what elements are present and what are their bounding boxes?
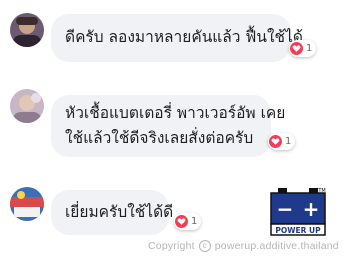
- comment-text-line-2: ใช้แล้วใช้ดีจริงเลยสั่งต่อครับ: [65, 129, 254, 147]
- commenter-avatar[interactable]: [10, 89, 44, 123]
- logo-tm: TM: [317, 188, 325, 194]
- copyright-watermark: Copyright c powerup.additive.thailand: [148, 240, 339, 252]
- heart-icon: [290, 42, 303, 55]
- reaction-badge[interactable]: 1: [289, 40, 317, 57]
- heart-icon: [175, 215, 188, 228]
- heart-icon: [269, 135, 282, 148]
- comment-bubble: ดีครับ ลองมาหลายคันแล้ว ฟื้นใช้ได้: [51, 14, 303, 62]
- reaction-count: 1: [306, 43, 313, 54]
- reaction-badge[interactable]: 1: [268, 133, 296, 150]
- copyright-label: Copyright: [148, 240, 195, 252]
- copyright-source: powerup.additive.thailand: [214, 240, 339, 252]
- comment-bubble: หัวเชื้อแบตเตอรี่ พาวเวอร์อัพ เคย ใช้แล้…: [51, 95, 286, 157]
- comment-text-line-1: หัวเชื้อแบตเตอรี่ พาวเวอร์อัพ เคย: [65, 104, 286, 122]
- commenter-avatar[interactable]: [10, 187, 44, 221]
- reaction-count: 1: [285, 136, 292, 147]
- logo-plus: +: [303, 197, 320, 221]
- comment-bubble: เยี่ยมครับใช้ได้ดี: [51, 190, 173, 235]
- comment-text: ดีครับ ลองมาหลายคันแล้ว ฟื้นใช้ได้: [65, 28, 303, 46]
- comment-text: เยี่ยมครับใช้ได้ดี: [65, 203, 174, 221]
- copyright-icon: c: [198, 240, 211, 252]
- reaction-badge[interactable]: 1: [174, 213, 202, 230]
- power-up-logo: − + POWER UP TM: [268, 186, 330, 238]
- battery-icon: − + POWER UP TM: [270, 188, 326, 236]
- logo-minus: −: [277, 197, 294, 221]
- commenter-avatar[interactable]: [10, 13, 44, 47]
- reaction-count: 1: [191, 216, 198, 227]
- logo-text: POWER UP: [275, 226, 321, 235]
